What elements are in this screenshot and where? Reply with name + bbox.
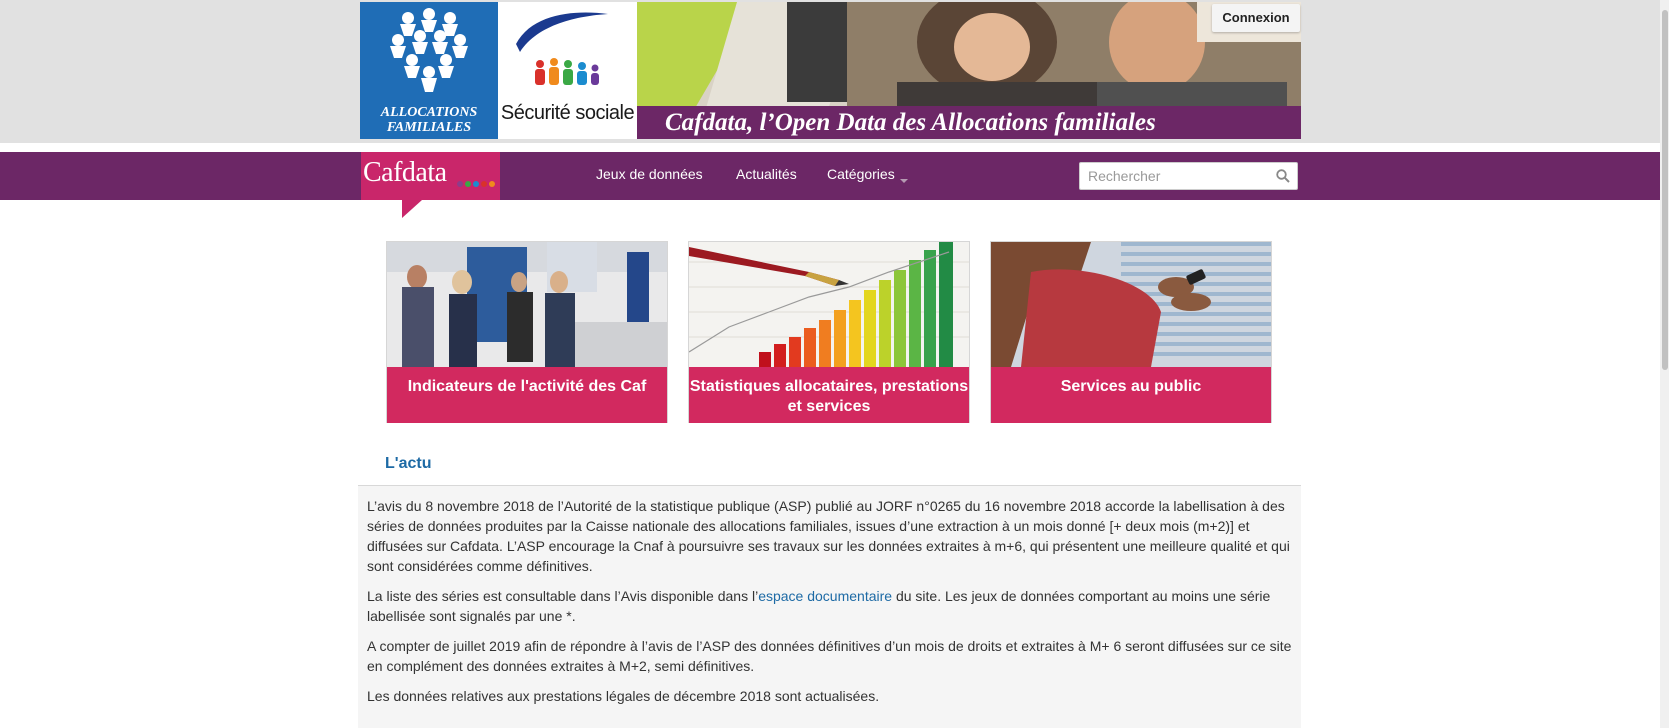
actu-paragraph-3: A compter de juillet 2019 afin de répond… (367, 638, 1292, 674)
actu-paragraph-4: Les données relatives aux prestations lé… (367, 688, 880, 704)
card-statistiques[interactable]: Statistiques allocataires, prestations e… (688, 241, 970, 423)
actu-heading: L'actu (385, 455, 432, 472)
brand-tail-shape (402, 200, 422, 218)
family-figures-icon (390, 8, 468, 92)
card-statistiques-image (689, 242, 969, 367)
chevron-down-icon (899, 179, 908, 183)
search-icon[interactable] (1276, 169, 1290, 183)
brand-logo-text[interactable]: Cafdata (363, 157, 447, 189)
connexion-button[interactable]: Connexion (1212, 4, 1300, 32)
card-indicateurs[interactable]: Indicateurs de l'activité des Caf (386, 241, 668, 423)
caf-logo-text: ALLOCATIONS FAMILIALES (360, 105, 498, 135)
card-indicateurs-label: Indicateurs de l'activité des Caf (387, 367, 667, 423)
site-banner: ALLOCATIONS FAMILIALES Sécurité sociale (360, 2, 1301, 139)
card-indicateurs-image (387, 242, 667, 367)
brand-dots-icon (457, 174, 497, 192)
card-statistiques-label: Statistiques allocataires, prestations e… (689, 367, 969, 423)
nav-categories-label: Catégories (827, 166, 895, 182)
card-services-label: Services au public (991, 367, 1271, 423)
caf-office-photo (387, 242, 667, 367)
caf-logo-line1: ALLOCATIONS (380, 105, 478, 120)
securite-sociale-logo[interactable]: Sécurité sociale (498, 2, 637, 139)
securite-sociale-text: Sécurité sociale (500, 102, 635, 124)
banner-title: Cafdata, l’Open Data des Allocations fam… (665, 109, 1156, 136)
banner-title-strip: Cafdata, l’Open Data des Allocations fam… (637, 106, 1301, 139)
card-services-image (991, 242, 1271, 367)
woman-phone-photo (991, 242, 1271, 367)
actu-paragraph-1: L’avis du 8 novembre 2018 de l’Autorité … (367, 498, 1290, 574)
actu-content: L’avis du 8 novembre 2018 de l’Autorité … (358, 485, 1301, 728)
caf-logo-line2: FAMILIALES (386, 120, 472, 135)
search-input[interactable] (1080, 163, 1286, 189)
nav-jeux-de-donnees[interactable]: Jeux de données (596, 166, 703, 182)
nav-actualites[interactable]: Actualités (736, 166, 797, 182)
search-box (1079, 162, 1298, 190)
actu-paragraph-2: La liste des séries est consultable dans… (367, 586, 1292, 626)
bar-chart-pen-photo (689, 242, 969, 367)
securite-sociale-icon (516, 12, 608, 85)
actu-p2-text-before: La liste des séries est consultable dans… (367, 588, 759, 604)
scrollbar-thumb[interactable] (1662, 10, 1668, 370)
espace-documentaire-link[interactable]: espace documentaire (758, 588, 892, 604)
nav-categories[interactable]: Catégories (827, 166, 908, 183)
caf-logo[interactable]: ALLOCATIONS FAMILIALES (360, 2, 498, 139)
card-services[interactable]: Services au public (990, 241, 1272, 423)
